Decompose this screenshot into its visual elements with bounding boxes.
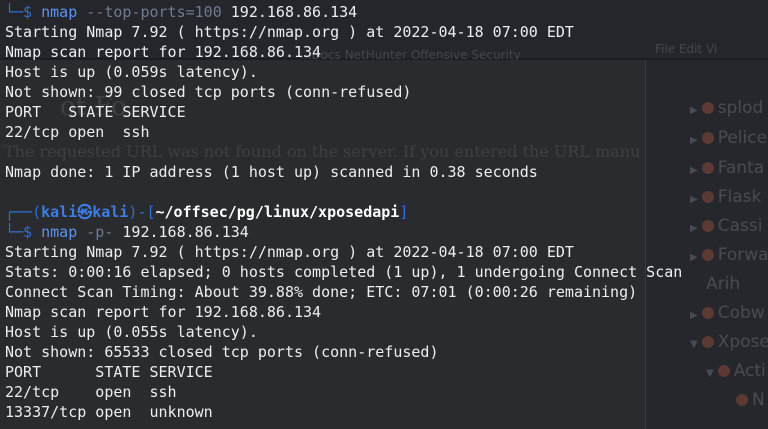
output-line: Host is up (0.059s latency). bbox=[5, 63, 258, 81]
prompt-end: ] bbox=[399, 203, 409, 221]
output-line: Stats: 0:00:16 elapsed; 0 hosts complete… bbox=[5, 263, 683, 281]
output-line: PORT STATE SERVICE bbox=[5, 103, 186, 121]
output-line: Connect Scan Timing: About 39.88% done; … bbox=[5, 283, 638, 301]
command-name: nmap bbox=[41, 223, 78, 241]
prompt-host: kali bbox=[92, 203, 129, 221]
output-line: 13337/tcp open unknown bbox=[5, 403, 213, 421]
command-target: 192.168.86.134 bbox=[230, 3, 358, 21]
output-line: Not shown: 65533 closed tcp ports (conn-… bbox=[5, 343, 439, 361]
output-line: Host is up (0.055s latency). bbox=[5, 323, 258, 341]
prompt-at: ㉿ bbox=[77, 203, 93, 221]
output-line: PORT STATE SERVICE bbox=[5, 363, 213, 381]
command-args: -p- bbox=[86, 223, 114, 241]
prompt-line: ┌──(kali㉿kali)-[~/offsec/pg/linux/xposed… bbox=[5, 202, 408, 222]
prompt-user: kali bbox=[41, 203, 78, 221]
command-line-2: └─$ nmap -p- 192.168.86.134 bbox=[5, 222, 249, 242]
output-line: Nmap scan report for 192.168.86.134 bbox=[5, 43, 322, 61]
output-line: Not shown: 99 closed tcp ports (conn-ref… bbox=[5, 83, 412, 101]
output-line: Starting Nmap 7.92 ( https://nmap.org ) … bbox=[5, 23, 574, 41]
output-line: Nmap done: 1 IP address (1 host up) scan… bbox=[5, 163, 538, 181]
output-line: 22/tcp open ssh bbox=[5, 383, 177, 401]
prompt-path: ~/offsec/pg/linux/xposedapi bbox=[155, 203, 400, 221]
command-name: nmap bbox=[41, 3, 78, 21]
command-args: --top-ports=100 bbox=[86, 3, 222, 21]
prompt-prefix: ┌──( bbox=[5, 203, 42, 221]
prompt-mid: )-[ bbox=[128, 203, 156, 221]
prompt-bottom: └─$ bbox=[5, 223, 33, 241]
output-line: 22/tcp open ssh bbox=[5, 123, 150, 141]
command-target: 192.168.86.134 bbox=[122, 223, 249, 241]
terminal-output[interactable]: └─$ nmap --top-ports=100 192.168.86.134 … bbox=[0, 0, 768, 429]
output-line: Nmap scan report for 192.168.86.134 bbox=[5, 303, 322, 321]
output-line: Starting Nmap 7.92 ( https://nmap.org ) … bbox=[5, 243, 574, 261]
prompt-bottom: └─$ bbox=[5, 3, 33, 21]
command-line-1: └─$ nmap --top-ports=100 192.168.86.134 bbox=[5, 2, 357, 22]
